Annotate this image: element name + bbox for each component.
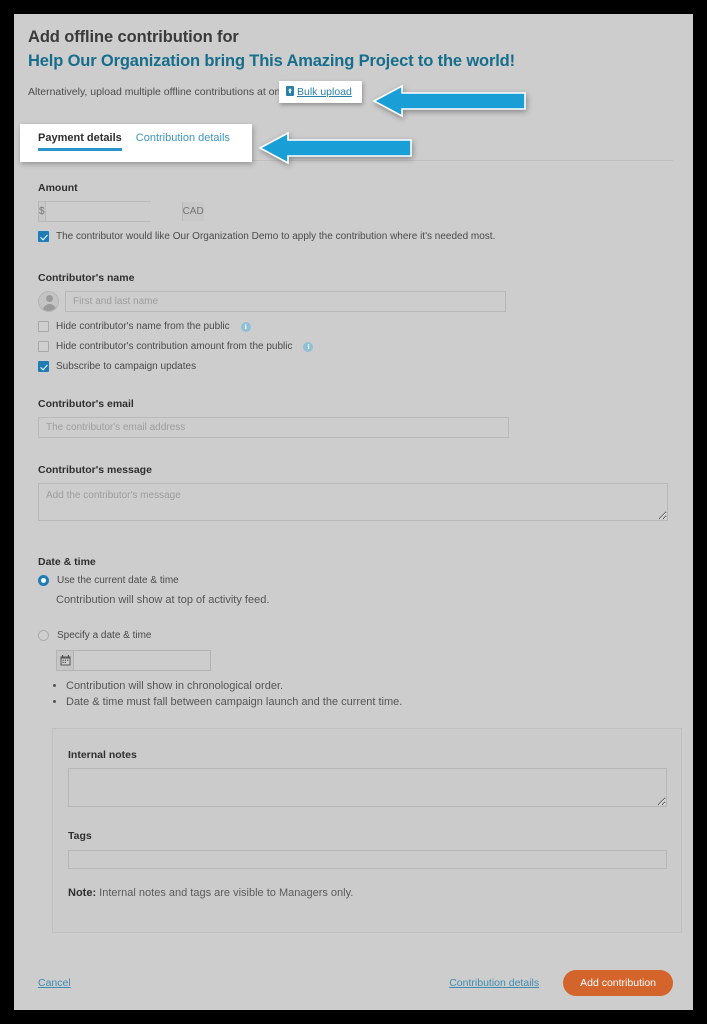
use-current-datetime-row[interactable]: Use the current date & time [38, 575, 678, 586]
contributor-name-row [38, 291, 678, 312]
date-time-label: Date & time [38, 556, 96, 568]
contributor-name-section: Contributor's name Hide contributor's na… [38, 272, 678, 372]
amount-label: Amount [38, 182, 78, 194]
contributor-email-section: Contributor's email [38, 398, 678, 438]
currency-code: CAD [181, 202, 204, 221]
apply-where-needed-row[interactable]: The contributor would like Our Organizat… [38, 231, 678, 242]
specify-datetime-row[interactable]: Specify a date & time [38, 630, 678, 641]
hide-amount-label: Hide contributor's contribution amount f… [56, 341, 293, 352]
internal-notes-panel: Internal notes Tags Note: Internal notes… [52, 728, 682, 933]
datetime-input-group [56, 650, 211, 671]
tags-input[interactable] [68, 850, 667, 869]
contributor-name-input[interactable] [65, 291, 506, 312]
info-icon[interactable]: i [240, 321, 251, 332]
apply-where-needed-checkbox[interactable] [38, 231, 49, 242]
specify-datetime-label: Specify a date & time [57, 630, 152, 641]
use-current-datetime-radio[interactable] [38, 575, 49, 586]
cancel-button[interactable]: Cancel [38, 977, 71, 989]
amount-input[interactable] [45, 202, 182, 221]
avatar [38, 291, 59, 312]
tab-payment-details[interactable]: Payment details [38, 132, 122, 151]
datetime-input[interactable] [74, 651, 210, 670]
arrow-pointing-contribution-details-tab [258, 131, 412, 165]
use-current-datetime-helper: Contribution will show at top of activit… [56, 594, 270, 606]
hide-amount-checkbox[interactable] [38, 341, 49, 352]
contributor-email-label: Contributor's email [38, 398, 134, 410]
payment-details-form: Amount $ CAD The contributor would like … [38, 182, 678, 710]
contributor-email-input[interactable] [38, 417, 509, 438]
file-upload-icon [286, 86, 294, 96]
subscribe-updates-checkbox[interactable] [38, 361, 49, 372]
internal-note-text: Note: Internal notes and tags are visibl… [68, 887, 666, 899]
subscribe-updates-row[interactable]: Subscribe to campaign updates [38, 361, 678, 372]
campaign-title: Help Our Organization bring This Amazing… [28, 52, 515, 70]
list-item: Contribution will show in chronological … [66, 678, 678, 694]
tags-label: Tags [68, 830, 92, 842]
list-item: Date & time must fall between campaign l… [66, 694, 678, 710]
page-title-line1: Add offline contribution for [28, 28, 239, 46]
form-footer: Cancel Contribution details Add contribu… [38, 969, 673, 997]
hide-name-row[interactable]: Hide contributor's name from the public … [38, 321, 678, 332]
amount-section: Amount $ CAD The contributor would like … [38, 182, 678, 242]
bulk-upload-link[interactable]: Bulk upload [286, 86, 352, 98]
bulk-upload-label: Bulk upload [297, 86, 352, 98]
arrow-pointing-bulk-upload [372, 84, 526, 118]
date-time-section: Date & time Use the current date & time … [38, 556, 678, 710]
tab-bar: Payment details Contribution details [38, 132, 230, 151]
amount-input-group: $ CAD [38, 201, 204, 222]
subscribe-updates-label: Subscribe to campaign updates [56, 361, 197, 372]
calendar-icon[interactable] [57, 651, 74, 670]
hide-name-checkbox[interactable] [38, 321, 49, 332]
tab-contribution-details[interactable]: Contribution details [136, 132, 230, 151]
contribution-details-link[interactable]: Contribution details [449, 977, 539, 989]
offline-contribution-page: Add offline contribution for Help Our Or… [14, 14, 693, 1010]
add-contribution-button[interactable]: Add contribution [563, 970, 673, 996]
contributor-message-section: Contributor's message [38, 464, 678, 526]
contributor-name-label: Contributor's name [38, 272, 135, 284]
use-current-datetime-label: Use the current date & time [57, 575, 179, 586]
apply-where-needed-label: The contributor would like Our Organizat… [56, 231, 496, 242]
internal-note-body: Internal notes and tags are visible to M… [96, 887, 354, 899]
specify-datetime-radio[interactable] [38, 630, 49, 641]
internal-note-prefix: Note: [68, 887, 97, 899]
hide-amount-row[interactable]: Hide contributor's contribution amount f… [38, 341, 678, 352]
info-icon[interactable]: i [303, 341, 314, 352]
footer-actions: Contribution details Add contribution [449, 970, 673, 996]
specify-datetime-bullets: Contribution will show in chronological … [50, 678, 678, 710]
internal-notes-label: Internal notes [68, 749, 137, 761]
app-window: Add offline contribution for Help Our Or… [14, 14, 693, 1010]
contributor-message-textarea[interactable] [38, 483, 668, 521]
internal-notes-textarea[interactable] [68, 768, 667, 807]
hide-name-label: Hide contributor's name from the public [56, 321, 230, 332]
contributor-message-label: Contributor's message [38, 464, 152, 476]
